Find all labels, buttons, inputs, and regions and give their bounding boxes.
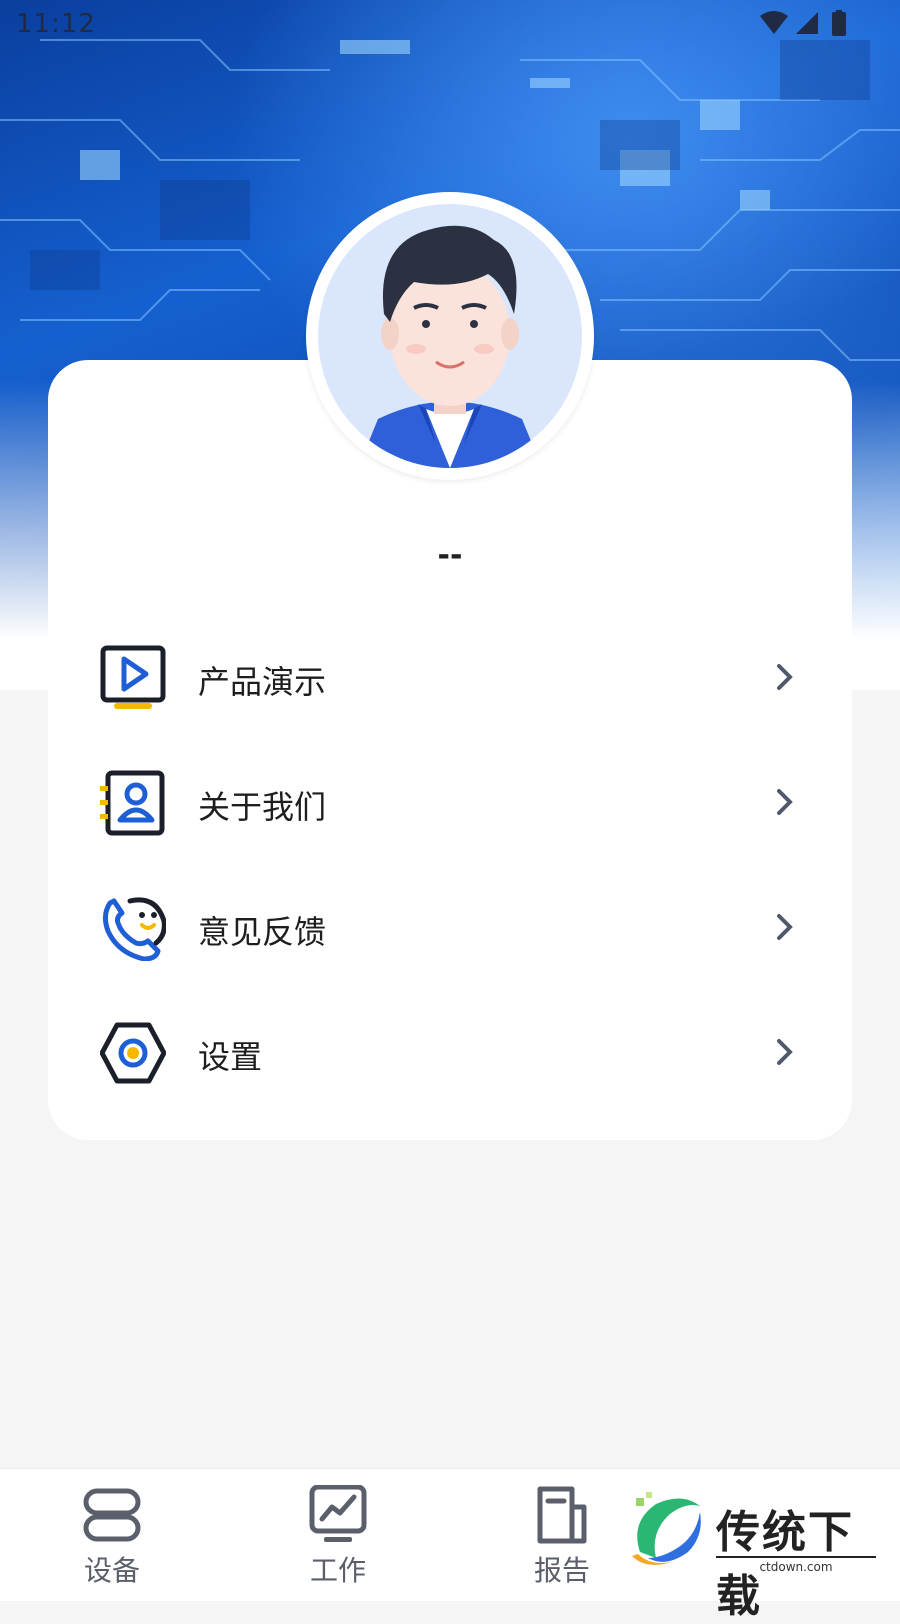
chevron-right-icon bbox=[776, 1038, 794, 1070]
status-bar: 11:12 bbox=[0, 0, 900, 50]
tab-label: 工作 bbox=[309, 1554, 366, 1587]
play-screen-icon bbox=[100, 645, 166, 711]
user-name: -- bbox=[437, 538, 463, 573]
menu-item-label: 意见反馈 bbox=[198, 913, 327, 951]
watermark-url: ctdown.com bbox=[716, 1556, 876, 1574]
chevron-right-icon bbox=[776, 913, 794, 945]
menu-item-feedback[interactable]: 意见反馈 bbox=[48, 873, 852, 983]
menu-item-about-us[interactable]: 关于我们 bbox=[48, 748, 852, 858]
tab-device[interactable]: 设备 bbox=[52, 1469, 172, 1601]
signal-icon bbox=[796, 12, 818, 34]
chevron-right-icon bbox=[776, 663, 794, 695]
avatar[interactable] bbox=[306, 192, 594, 480]
phone-feedback-icon bbox=[100, 895, 167, 962]
menu-item-label: 设置 bbox=[198, 1038, 263, 1076]
wifi-icon bbox=[760, 11, 788, 34]
status-icons bbox=[758, 10, 848, 42]
device-icon bbox=[82, 1485, 142, 1549]
menu-item-settings[interactable]: 设置 bbox=[48, 998, 852, 1108]
menu-item-product-demo[interactable]: 产品演示 bbox=[48, 623, 852, 733]
status-time: 11:12 bbox=[16, 9, 96, 39]
contact-card-icon bbox=[100, 770, 166, 836]
chevron-right-icon bbox=[776, 788, 794, 820]
document-icon bbox=[532, 1485, 592, 1549]
watermark: 传统下载 ctdown.com bbox=[620, 1478, 890, 1622]
avatar-image bbox=[318, 204, 582, 468]
chart-monitor-icon bbox=[308, 1484, 368, 1549]
menu-item-label: 关于我们 bbox=[198, 788, 327, 826]
tab-report[interactable]: 报告 bbox=[502, 1469, 622, 1601]
menu-item-label: 产品演示 bbox=[198, 663, 327, 701]
hex-settings-icon bbox=[99, 1020, 167, 1086]
tab-label: 报告 bbox=[533, 1554, 590, 1587]
battery-icon bbox=[832, 12, 846, 36]
watermark-logo-icon bbox=[632, 1492, 701, 1565]
tab-work[interactable]: 工作 bbox=[278, 1469, 398, 1601]
tab-label: 设备 bbox=[83, 1554, 140, 1587]
